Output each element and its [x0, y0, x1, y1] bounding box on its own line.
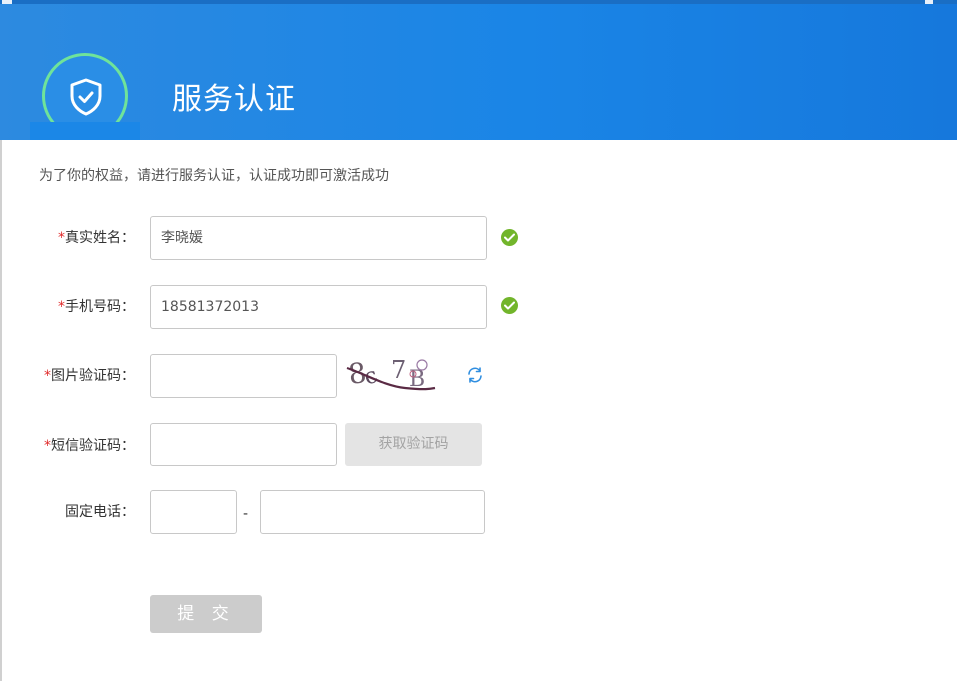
- real-name-input[interactable]: 李晓媛: [150, 216, 487, 260]
- logo-mask: [30, 122, 140, 140]
- mobile-label: *手机号码：: [58, 299, 135, 315]
- mobile-input[interactable]: 18581372013: [150, 285, 487, 329]
- image-code-label: *图片验证码：: [44, 368, 135, 384]
- window-left-border: [0, 140, 2, 681]
- page-header: 服务认证: [0, 0, 957, 140]
- get-sms-code-button[interactable]: 获取验证码: [345, 423, 482, 466]
- submit-button[interactable]: 提 交: [150, 595, 262, 633]
- intro-text: 为了你的权益，请进行服务认证，认证成功即可激活成功: [39, 168, 389, 184]
- required-mark: *: [58, 230, 65, 246]
- required-mark: *: [44, 368, 51, 384]
- page-title: 服务认证: [172, 82, 296, 117]
- landline-label: 固定电话：: [65, 504, 135, 520]
- landline-number-input[interactable]: [260, 490, 485, 534]
- window-control-icon[interactable]: [925, 0, 933, 4]
- image-code-input[interactable]: [150, 354, 337, 398]
- landline-separator: -: [243, 506, 249, 522]
- window-icon: [2, 0, 12, 4]
- valid-check-icon: [501, 297, 518, 314]
- required-mark: *: [44, 438, 51, 454]
- window-top-strip: [0, 0, 957, 4]
- captcha-char: 7: [391, 356, 406, 384]
- refresh-icon[interactable]: [466, 366, 484, 384]
- captcha-image[interactable]: 8 c 7 B: [345, 352, 437, 394]
- required-mark: *: [58, 299, 65, 315]
- real-name-label: *真实姓名：: [58, 230, 135, 246]
- sms-code-input[interactable]: [150, 423, 337, 466]
- valid-check-icon: [501, 229, 518, 246]
- area-code-input[interactable]: [150, 490, 237, 534]
- sms-code-label: *短信验证码：: [44, 438, 135, 454]
